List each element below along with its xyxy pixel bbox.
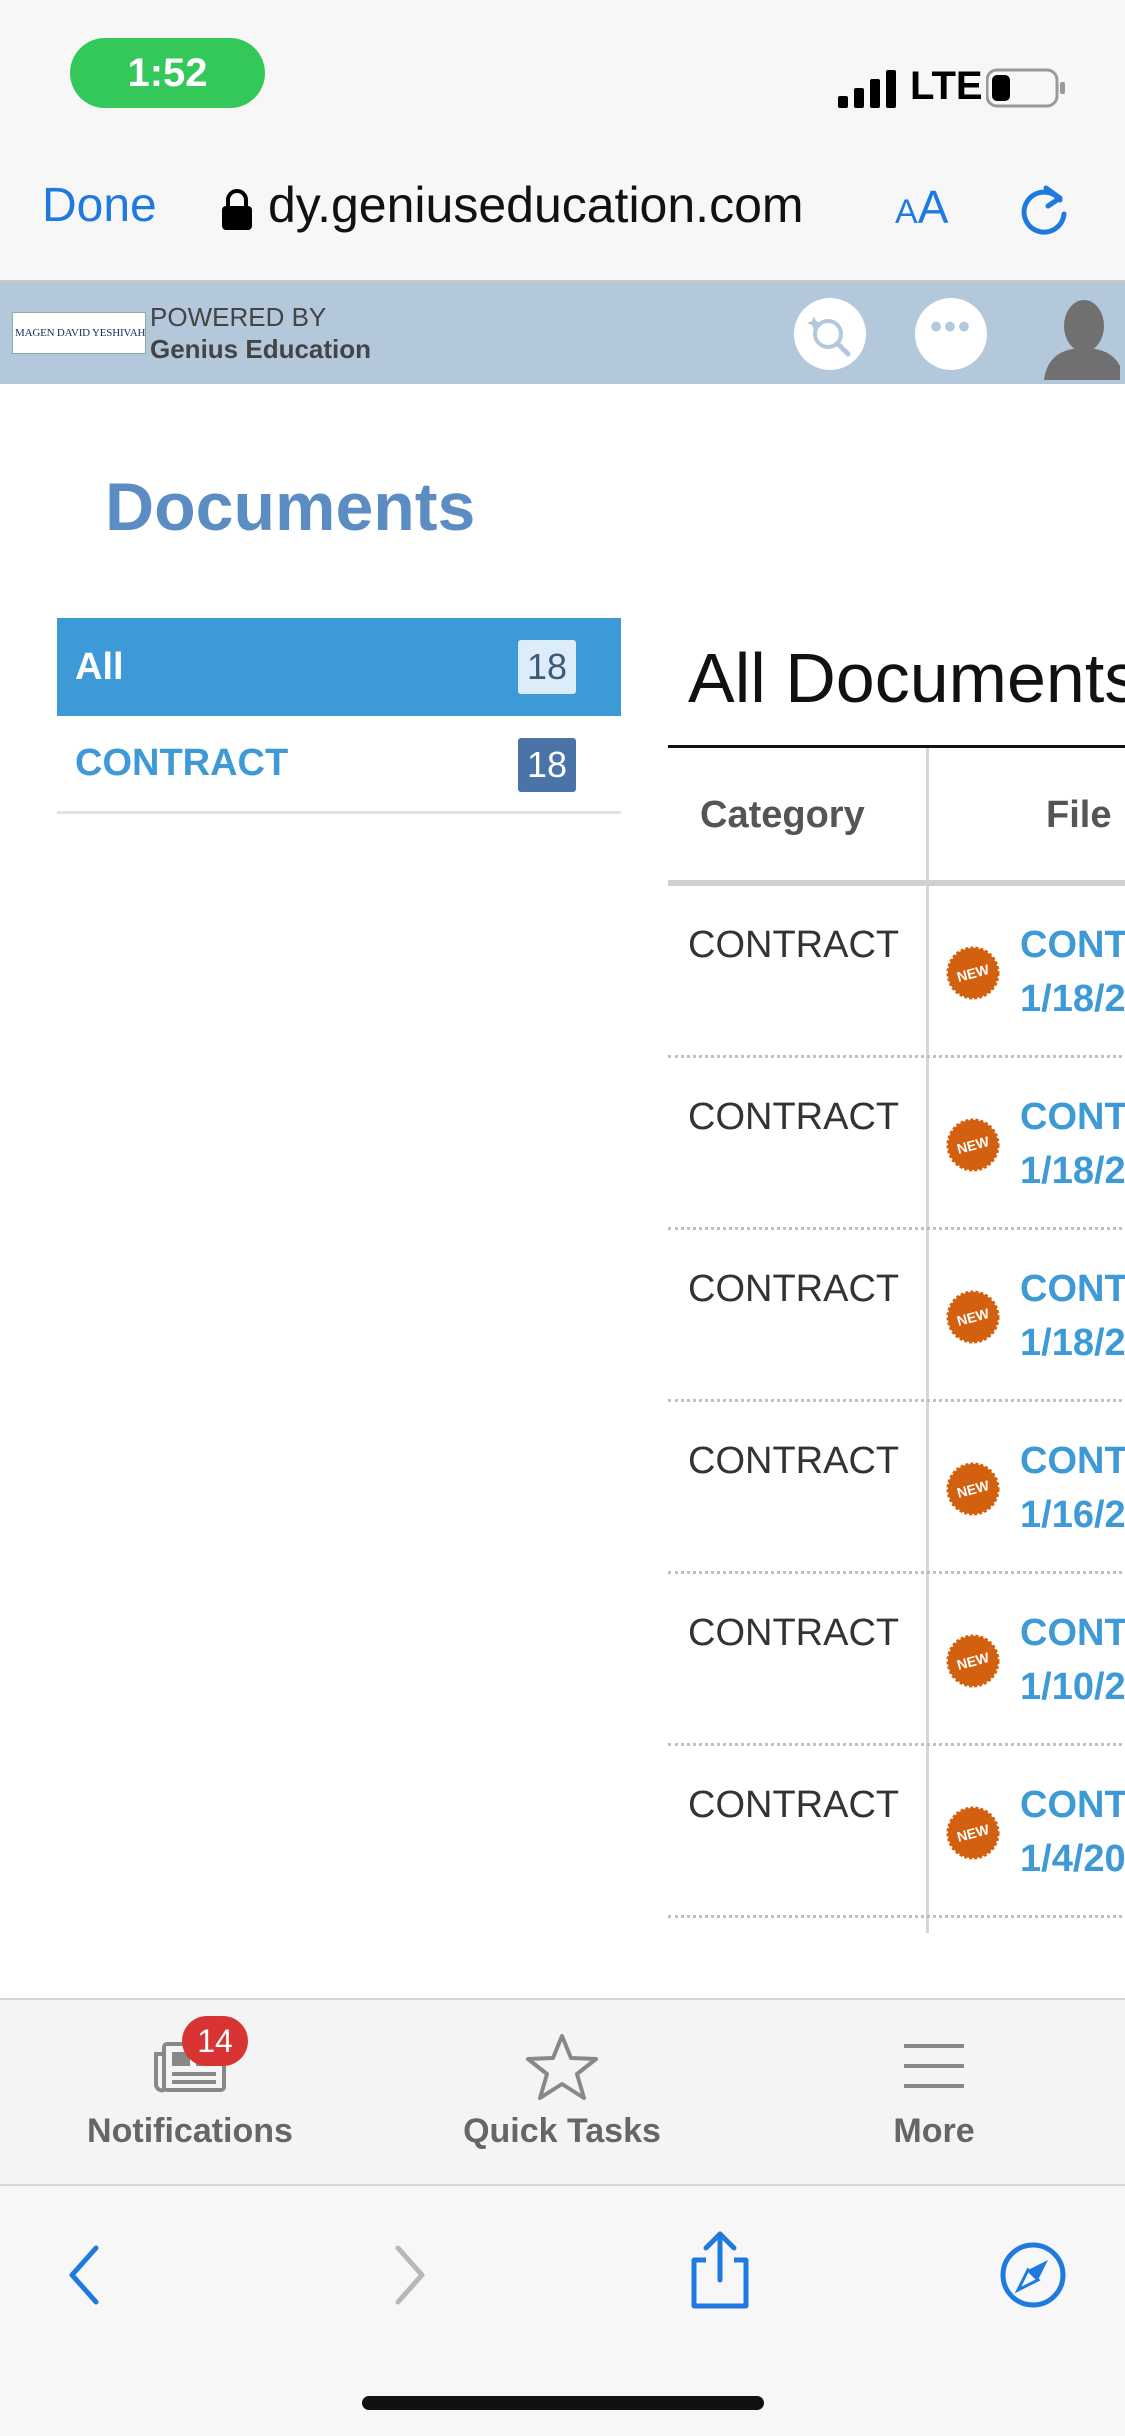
category-count: 18 <box>518 640 576 694</box>
search-button[interactable] <box>794 298 866 370</box>
column-header-category[interactable]: Category <box>700 794 865 837</box>
status-bar: 1:52 LTE <box>0 0 1125 150</box>
cellular-signal-icon <box>838 70 896 108</box>
category-list: All 18 CONTRACT 18 <box>57 618 621 814</box>
table-row: CONTRACT NEW CONT 1/10/2 <box>668 1574 1125 1746</box>
file-date[interactable]: 1/18/2 <box>1020 1150 1125 1193</box>
new-badge-icon: NEW <box>946 946 1000 1000</box>
brand-name: Genius Education <box>150 334 372 364</box>
text-size-label-large: A <box>917 181 949 233</box>
home-indicator[interactable] <box>362 2396 764 2410</box>
new-badge-icon: NEW <box>946 1118 1000 1172</box>
row-category: CONTRACT <box>688 1612 900 1654</box>
row-category: CONTRACT <box>688 924 900 966</box>
chevron-right-icon[interactable] <box>372 2240 442 2310</box>
file-link[interactable]: CONT <box>1020 1268 1125 1311</box>
school-logo[interactable]: MAGEN DAVID YESHIVAH <box>12 312 146 354</box>
star-icon <box>526 2034 598 2100</box>
documents-table: Category File CONTRACT NEW CONT 1/18/2 C… <box>668 748 1125 1933</box>
row-category: CONTRACT <box>688 1784 900 1826</box>
battery-icon <box>986 68 1065 108</box>
file-date[interactable]: 1/18/2 <box>1020 1322 1125 1365</box>
file-link[interactable]: CONT <box>1020 1440 1125 1483</box>
file-link[interactable]: CONT <box>1020 1784 1125 1827</box>
category-label: CONTRACT <box>75 742 289 784</box>
file-date[interactable]: 1/16/2 <box>1020 1494 1125 1537</box>
column-header-file[interactable]: File <box>1046 794 1111 837</box>
new-badge-icon: NEW <box>946 1634 1000 1688</box>
url-field[interactable]: dy.geniuseducation.com <box>268 176 804 234</box>
text-size-button[interactable]: AA <box>895 180 948 234</box>
file-link[interactable]: CONT <box>1020 924 1125 967</box>
file-date[interactable]: 1/10/2 <box>1020 1666 1125 1709</box>
compass-icon[interactable] <box>998 2240 1068 2310</box>
row-category: CONTRACT <box>688 1268 900 1310</box>
magnify-sparkle-icon <box>807 316 851 357</box>
file-date[interactable]: 1/18/2 <box>1020 978 1125 1021</box>
table-row: CONTRACT NEW CONT 1/18/2 <box>668 1230 1125 1402</box>
browser-address-bar: Done dy.geniuseducation.com AA <box>0 150 1125 282</box>
header-more-button[interactable]: ••• <box>915 298 987 370</box>
notification-count-badge: 14 <box>182 2016 248 2066</box>
tab-label: More <box>893 2112 975 2150</box>
file-link[interactable]: CONT <box>1020 1096 1125 1139</box>
documents-heading: All Documents <box>688 639 1125 717</box>
powered-by-label: POWERED BY <box>150 302 327 332</box>
share-icon[interactable] <box>684 2230 756 2310</box>
lock-icon <box>222 189 252 230</box>
user-silhouette-icon[interactable] <box>1040 296 1120 380</box>
table-row: CONTRACT NEW CONT 1/16/2 <box>668 1402 1125 1574</box>
page-title: Documents <box>105 469 476 545</box>
tab-label: Quick Tasks <box>463 2112 661 2150</box>
table-row: CONTRACT NEW CONT 1/4/20 <box>668 1746 1125 1918</box>
new-badge-icon: NEW <box>946 1462 1000 1516</box>
chevron-left-icon[interactable] <box>52 2240 122 2310</box>
text-size-label-small: A <box>895 193 918 231</box>
category-item-all[interactable]: All 18 <box>57 618 621 716</box>
table-row: CONTRACT NEW CONT 1/18/2 <box>668 1058 1125 1230</box>
table-row: CONTRACT NEW CONT 1/18/2 <box>668 886 1125 1058</box>
tab-quick-tasks[interactable]: Quick Tasks <box>412 2000 712 2188</box>
status-time: 1:52 <box>70 38 265 108</box>
screen: 1:52 LTE Done dy.geniuseducation.com AA <box>0 0 1125 2436</box>
row-category: CONTRACT <box>688 1440 900 1482</box>
tab-label: Notifications <box>87 2112 293 2150</box>
reload-icon[interactable] <box>1014 180 1074 240</box>
file-date[interactable]: 1/4/20 <box>1020 1838 1125 1881</box>
hamburger-icon <box>904 2044 964 2088</box>
tab-notifications[interactable]: 14 Notifications <box>40 2000 340 2188</box>
new-badge-icon: NEW <box>946 1290 1000 1344</box>
row-category: CONTRACT <box>688 1096 900 1138</box>
category-count: 18 <box>518 738 576 792</box>
category-item-contract[interactable]: CONTRACT 18 <box>57 716 621 814</box>
table-header-row: Category File <box>668 748 1125 886</box>
ellipsis-icon: ••• <box>930 307 972 346</box>
tab-more[interactable]: More <box>784 2000 1084 2188</box>
school-logo-text: MAGEN DAVID YESHIVAH <box>15 327 146 339</box>
app-tab-bar: 14 Notifications Quick Tasks More <box>0 1998 1125 2186</box>
app-header: MAGEN DAVID YESHIVAH POWERED BY Genius E… <box>0 282 1125 384</box>
category-label: All <box>75 645 124 688</box>
new-badge-icon: NEW <box>946 1806 1000 1860</box>
done-button[interactable]: Done <box>42 178 157 233</box>
network-type: LTE <box>910 64 983 108</box>
file-link[interactable]: CONT <box>1020 1612 1125 1655</box>
